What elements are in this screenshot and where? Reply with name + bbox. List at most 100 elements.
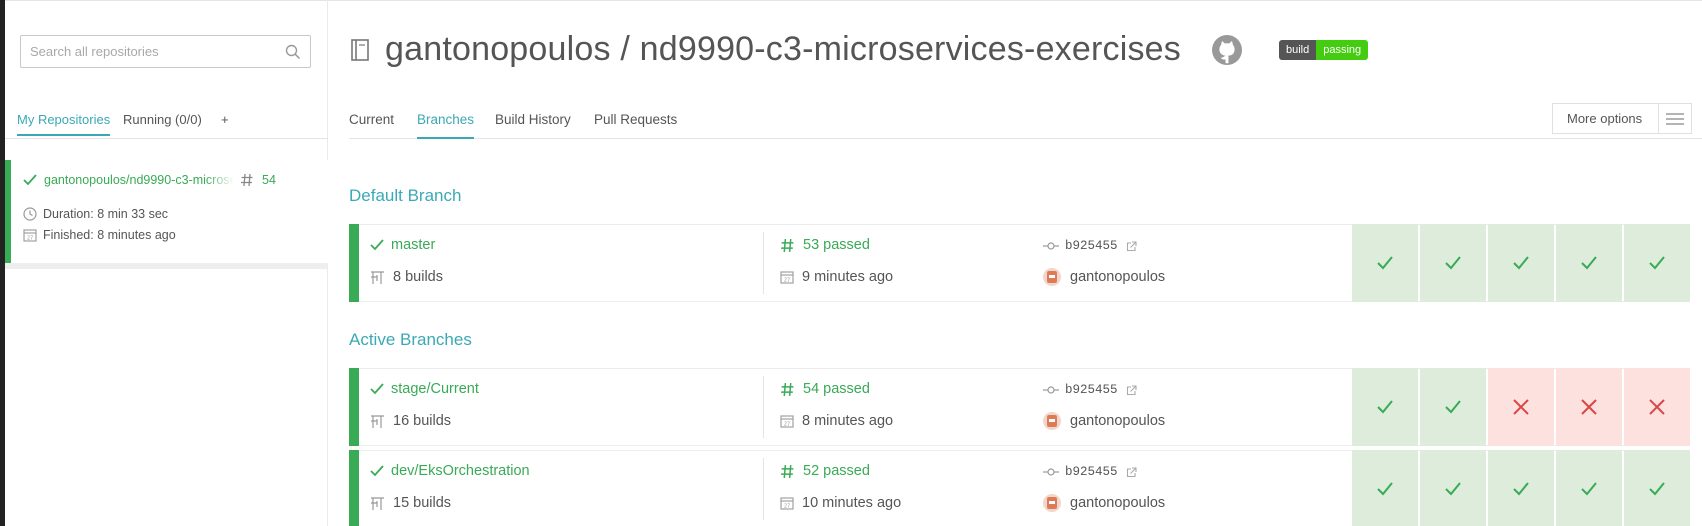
check-icon — [1445, 400, 1461, 414]
hamburger-menu-icon[interactable] — [1657, 104, 1691, 133]
branch-time: 10 minutes ago — [802, 495, 902, 511]
commit-sha-link[interactable]: b925455 — [1065, 239, 1118, 253]
commit-sha-link[interactable]: b925455 — [1065, 383, 1118, 397]
repo-name-link[interactable]: gantonopoulos/nd9990-c3-microservices-ex… — [44, 173, 234, 187]
sidebar: My Repositories Running (0/0) + gantonop… — [5, 0, 328, 526]
build-passed-cell[interactable] — [1420, 450, 1486, 526]
tab-pull-requests[interactable]: Pull Requests — [594, 112, 677, 127]
build-passed-cell[interactable] — [1352, 224, 1418, 302]
check-icon — [1445, 482, 1461, 496]
cross-icon — [1513, 399, 1529, 415]
page-title: gantonopoulos / nd9990-c3-microservices-… — [385, 30, 1181, 68]
search-icon[interactable] — [285, 44, 301, 60]
build-passed-cell[interactable] — [1352, 368, 1418, 446]
calendar-icon: 27 — [23, 229, 37, 242]
add-tab-button[interactable]: + — [221, 112, 229, 127]
check-icon — [1377, 400, 1393, 414]
branch-row[interactable]: dev/EksOrchestration 15 builds 52 passed… — [349, 450, 1690, 526]
branch-name-link[interactable]: stage/Current — [391, 381, 479, 397]
github-icon[interactable] — [1211, 34, 1243, 66]
check-icon — [1513, 482, 1529, 496]
repo-finished: Finished: 8 minutes ago — [43, 228, 176, 242]
build-passed-cell[interactable] — [1556, 224, 1622, 302]
check-icon — [370, 465, 384, 477]
external-link-icon[interactable] — [1126, 240, 1137, 252]
status-bar — [349, 368, 359, 446]
commit-icon — [1043, 386, 1059, 394]
commit-author: gantonopoulos — [1070, 413, 1166, 429]
hash-icon — [241, 173, 253, 187]
commit-icon — [1043, 242, 1059, 250]
branch-builds: 15 builds — [393, 495, 452, 511]
branch-row[interactable]: master 8 builds 53 passed 27 9 minutes a… — [349, 224, 1690, 302]
branch-last-build-link[interactable]: 52 passed — [803, 463, 870, 479]
main-content: gantonopoulos / nd9990-c3-microservices-… — [329, 0, 1702, 526]
search-input[interactable] — [21, 36, 310, 67]
build-number-link[interactable]: 54 — [262, 173, 276, 187]
branch-time: 8 minutes ago — [802, 413, 894, 429]
tab-branches[interactable]: Branches — [417, 112, 475, 139]
commit-author: gantonopoulos — [1070, 495, 1166, 511]
external-link-icon[interactable] — [1126, 466, 1137, 478]
check-icon — [370, 383, 384, 395]
tab-running[interactable]: Running (0/0) — [123, 112, 202, 127]
build-passed-cell[interactable] — [1624, 224, 1690, 302]
calendar-icon: 27 — [780, 415, 794, 428]
avatar — [1043, 494, 1061, 512]
builds-icon — [371, 415, 384, 428]
svg-text:27: 27 — [784, 278, 790, 284]
check-icon — [1581, 256, 1597, 270]
check-icon — [1377, 256, 1393, 270]
builds-icon — [371, 271, 384, 284]
status-bar — [349, 450, 359, 526]
avatar — [1043, 268, 1061, 286]
build-failed-cell[interactable] — [1556, 368, 1622, 446]
branch-name-link[interactable]: dev/EksOrchestration — [391, 463, 530, 479]
more-options-button[interactable]: More options — [1552, 103, 1692, 134]
search-box[interactable] — [20, 35, 311, 68]
build-failed-cell[interactable] — [1624, 368, 1690, 446]
build-history-cells — [1350, 450, 1690, 526]
commit-icon — [1043, 468, 1059, 476]
builds-icon — [371, 497, 384, 510]
clock-icon — [23, 207, 37, 221]
check-icon — [1513, 256, 1529, 270]
check-icon — [23, 174, 37, 186]
branch-last-build-link[interactable]: 53 passed — [803, 237, 870, 253]
build-passed-cell[interactable] — [1488, 224, 1554, 302]
cross-icon — [1649, 399, 1665, 415]
commit-author: gantonopoulos — [1070, 269, 1166, 285]
tab-build-history[interactable]: Build History — [495, 112, 571, 127]
build-passed-cell[interactable] — [1420, 368, 1486, 446]
branch-row[interactable]: stage/Current 16 builds 54 passed 27 8 m… — [349, 368, 1690, 446]
svg-text:27: 27 — [784, 504, 790, 510]
build-passed-cell[interactable] — [1420, 224, 1486, 302]
status-bar — [349, 224, 359, 302]
tab-current[interactable]: Current — [349, 112, 394, 127]
repo-duration: Duration: 8 min 33 sec — [43, 207, 169, 221]
build-failed-cell[interactable] — [1488, 368, 1554, 446]
repo-card[interactable]: gantonopoulos/nd9990-c3-microservices-ex… — [5, 160, 328, 269]
commit-sha-link[interactable]: b925455 — [1065, 465, 1118, 479]
svg-text:27: 27 — [784, 422, 790, 428]
build-passed-cell[interactable] — [1624, 450, 1690, 526]
active-branches-heading: Active Branches — [349, 330, 472, 349]
build-status-badge[interactable]: build passing — [1278, 39, 1369, 60]
calendar-icon: 27 — [780, 497, 794, 510]
build-passed-cell[interactable] — [1352, 450, 1418, 526]
cross-icon — [1581, 399, 1597, 415]
branch-time: 9 minutes ago — [802, 269, 894, 285]
check-icon — [1649, 482, 1665, 496]
external-link-icon[interactable] — [1126, 384, 1137, 396]
tab-my-repositories[interactable]: My Repositories — [17, 112, 111, 136]
hash-icon — [781, 382, 794, 396]
avatar — [1043, 412, 1061, 430]
branch-last-build-link[interactable]: 54 passed — [803, 381, 870, 397]
branch-name-link[interactable]: master — [391, 237, 435, 253]
build-passed-cell[interactable] — [1556, 450, 1622, 526]
hash-icon — [781, 238, 794, 252]
hash-icon — [781, 464, 794, 478]
svg-text:27: 27 — [27, 236, 33, 242]
build-passed-cell[interactable] — [1488, 450, 1554, 526]
status-bar — [5, 160, 11, 263]
